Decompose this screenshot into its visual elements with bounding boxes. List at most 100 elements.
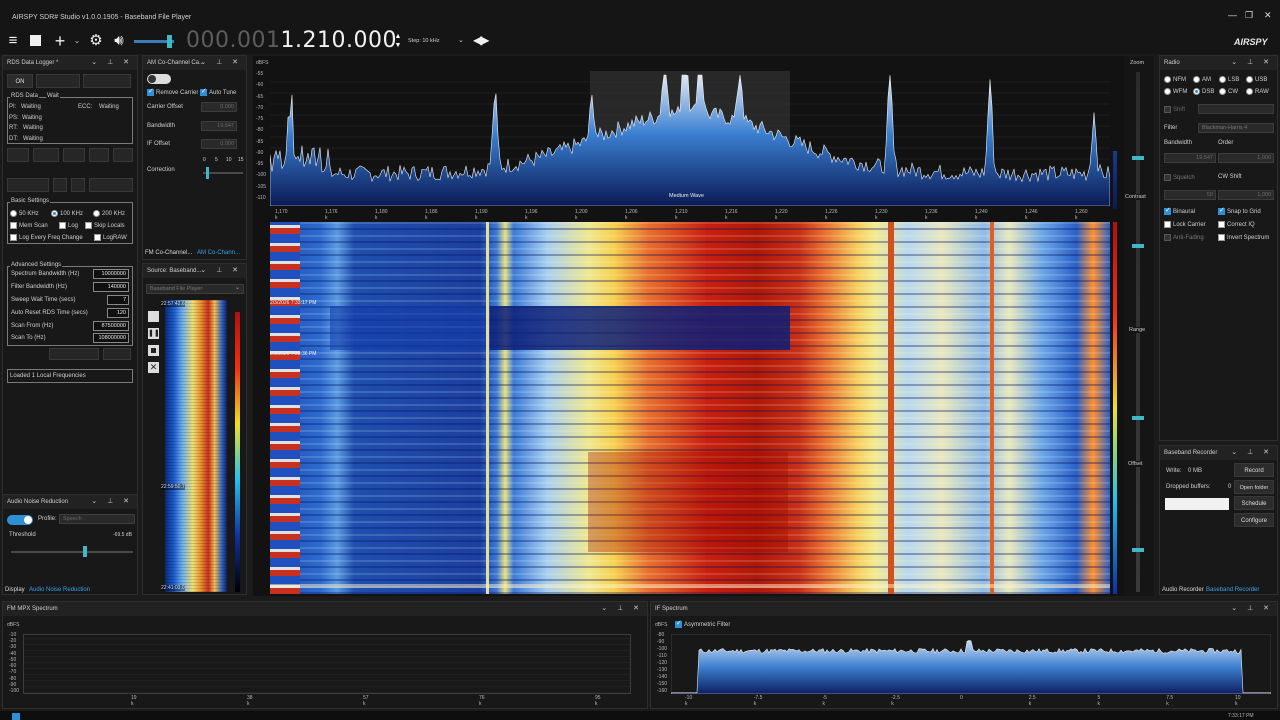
mode-raw[interactable]: RAW xyxy=(1246,88,1269,95)
radio-bandwidth-input[interactable]: 19,547 xyxy=(1164,153,1216,163)
menu-icon[interactable]: ≡ xyxy=(3,31,23,51)
tab-baseband-recorder[interactable]: Baseband Recorder xyxy=(1206,585,1259,595)
tune-arrows-icon[interactable]: ◀▶ xyxy=(473,33,490,47)
volume-thumb[interactable] xyxy=(167,35,172,48)
file-icon[interactable] xyxy=(148,311,159,322)
range-thumb[interactable] xyxy=(1132,416,1144,420)
panel-controls[interactable]: ⌄ ⊥ ✕ xyxy=(601,602,643,616)
shift-input[interactable] xyxy=(1198,104,1274,114)
anti-fading-checkbox[interactable]: Anti-Fading xyxy=(1164,234,1204,241)
if-offset-input[interactable]: 0.000 xyxy=(201,139,237,149)
record-button[interactable]: Record xyxy=(1234,463,1274,477)
tab-am-cochannel[interactable]: AM Co-Chann... xyxy=(197,248,240,258)
profile-select[interactable]: Speech xyxy=(59,514,135,524)
snap-to-grid-checkbox[interactable]: Snap to Grid xyxy=(1218,206,1261,215)
sweep-wait-input[interactable]: 7 xyxy=(107,295,129,305)
mode-usb[interactable]: USB xyxy=(1246,76,1267,83)
close-icon[interactable]: ✕ xyxy=(1264,10,1272,21)
cw-shift-input[interactable]: 1,000 xyxy=(1218,190,1274,200)
panel-controls[interactable]: ⌄ ⊥ ✕ xyxy=(91,495,133,509)
offset-thumb[interactable] xyxy=(1132,548,1144,552)
rds-disabled-button xyxy=(36,74,80,88)
panel-controls[interactable]: ⌄ ⊥ ✕ xyxy=(1231,602,1273,616)
asym-filter-checkbox[interactable]: Asymmetric Filter xyxy=(675,619,730,628)
mpx-plot[interactable] xyxy=(23,634,631,694)
tab-audio-recorder[interactable]: Audio Recorder xyxy=(1162,585,1204,595)
bandwidth-input[interactable]: 19.547 xyxy=(201,121,237,131)
squelch-input[interactable]: 50 xyxy=(1164,190,1216,200)
open-folder-button[interactable]: Open folder xyxy=(1234,480,1274,494)
step-label[interactable]: Step: 10 kHz xyxy=(408,38,440,44)
shift-checkbox[interactable]: Shift xyxy=(1164,106,1185,113)
mode-am[interactable]: AM xyxy=(1193,76,1211,83)
schedule-button[interactable]: Schedule xyxy=(1234,496,1274,510)
skip-locals-checkbox[interactable]: Skip Locals xyxy=(85,222,125,229)
panel-controls[interactable]: ⌄ ⊥ ✕ xyxy=(200,264,242,278)
step-100-radio[interactable]: 100 KHz xyxy=(51,210,83,217)
lock-carrier-checkbox[interactable]: Lock Carrier xyxy=(1164,221,1206,228)
if-spectrum-plot[interactable] xyxy=(671,634,1271,694)
squelch-checkbox[interactable]: Squelch xyxy=(1164,174,1195,181)
on-button[interactable]: ON xyxy=(7,74,33,88)
step-dropdown-icon[interactable]: ⌄ xyxy=(458,36,464,44)
start-icon[interactable] xyxy=(12,713,20,720)
mode-cw[interactable]: CW xyxy=(1219,88,1238,95)
radio-icon xyxy=(1219,76,1226,83)
auto-tune-checkbox[interactable]: Auto Tune xyxy=(200,87,236,96)
recorder-panel: Baseband Recorder ⌄ ⊥ ✕ Write: 0 MB Recor… xyxy=(1159,445,1278,595)
maximize-icon[interactable]: ❐ xyxy=(1245,10,1253,21)
mode-nfm[interactable]: NFM xyxy=(1164,76,1186,83)
pause-icon[interactable]: ❚❚ xyxy=(148,328,160,339)
zoom-thumb[interactable] xyxy=(1132,156,1144,160)
ps-label: PS: xyxy=(9,115,19,121)
carrier-offset-input[interactable]: 0.000 xyxy=(201,102,237,112)
chevron-down-icon[interactable]: ⌄ xyxy=(235,284,240,291)
lograw-checkbox[interactable]: LogRAW xyxy=(94,234,127,241)
scan-from-input[interactable]: 87500000 xyxy=(93,321,129,331)
noise-toggle[interactable] xyxy=(7,515,33,525)
step-200-radio[interactable]: 200 KHz xyxy=(93,210,125,217)
mode-lsb[interactable]: LSB xyxy=(1219,76,1239,83)
chevron-down-icon[interactable]: ⌄ xyxy=(67,31,87,51)
tab-display[interactable]: Display xyxy=(5,585,25,595)
invert-spectrum-checkbox[interactable]: Invert Spectrum xyxy=(1218,234,1269,241)
step-50-radio[interactable]: 50 KHz xyxy=(10,210,39,217)
spectrum-plot[interactable] xyxy=(270,71,1110,206)
scan-to-input[interactable]: 108000000 xyxy=(93,333,129,343)
radio-order-input[interactable]: 1,000 xyxy=(1218,153,1274,163)
log-checkbox[interactable]: Log xyxy=(59,222,78,229)
panel-controls[interactable]: ⌄ ⊥ ✕ xyxy=(200,56,242,70)
tab-fm-cochannel[interactable]: FM Co-Channel... xyxy=(145,248,192,258)
frequency-display[interactable]: 000.0011.210.000 xyxy=(186,28,397,54)
binaural-checkbox[interactable]: Binaural xyxy=(1164,206,1195,215)
gear-icon[interactable]: ⚙ xyxy=(86,31,106,51)
threshold-slider[interactable] xyxy=(11,551,133,553)
threshold-thumb[interactable] xyxy=(83,546,87,557)
log-every-checkbox[interactable]: Log Every Freq Change xyxy=(10,234,83,241)
filter-bw-input[interactable]: 140000 xyxy=(93,282,129,292)
correction-slider[interactable] xyxy=(203,172,243,174)
shuffle-icon[interactable]: ✕ xyxy=(148,362,159,373)
tab-noise-reduction[interactable]: Audio Noise Reduction xyxy=(29,585,90,595)
panel-controls[interactable]: ⌄ ⊥ ✕ xyxy=(91,56,133,70)
filter-select[interactable]: Blackman-Harris 4 xyxy=(1198,123,1274,133)
contrast-thumb[interactable] xyxy=(1132,244,1144,248)
cochannel-toggle[interactable] xyxy=(147,74,171,84)
mode-wfm[interactable]: WFM xyxy=(1164,88,1187,95)
source-select[interactable]: Baseband File Player xyxy=(146,284,244,294)
mode-dsb[interactable]: DSB xyxy=(1193,88,1214,95)
configure-button[interactable]: Configure xyxy=(1234,513,1274,527)
spectrum-bw-input[interactable]: 10000000 xyxy=(93,269,129,279)
speaker-icon[interactable]: 🔊︎ xyxy=(109,31,129,51)
waterfall-display[interactable] xyxy=(270,222,1110,594)
stop-icon[interactable] xyxy=(148,345,159,356)
stop-icon[interactable] xyxy=(25,31,45,51)
panel-controls[interactable]: ⌄ ⊥ ✕ xyxy=(1231,56,1273,70)
remove-carrier-checkbox[interactable]: Remove Carrier xyxy=(147,87,198,96)
mem-scan-checkbox[interactable]: Mem Scan xyxy=(10,222,48,229)
minimize-icon[interactable]: — xyxy=(1228,10,1237,20)
auto-reset-input[interactable]: 120 xyxy=(107,308,129,318)
correct-iq-checkbox[interactable]: Correct IQ xyxy=(1218,221,1255,228)
correction-thumb[interactable] xyxy=(206,167,209,179)
panel-controls[interactable]: ⌄ ⊥ ✕ xyxy=(1231,446,1273,460)
